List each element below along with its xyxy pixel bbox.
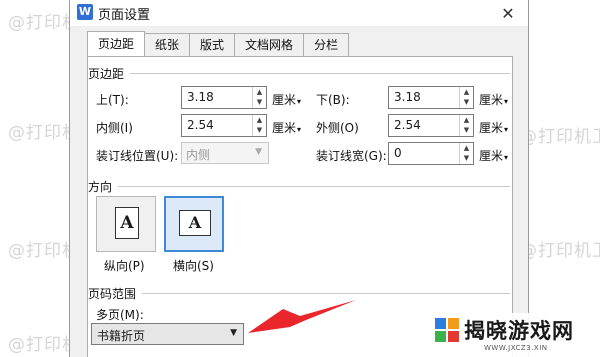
site-logo-mark-icon [435,318,459,342]
screenshot-stage: @打印机卫士 @打印机卫士 @打印机卫士 @打印机卫士 @打印机卫士 @打印机卫… [0,0,600,357]
red-arrow-annotation [248,300,356,333]
site-logo-url: WWW.JXCZ3.XIN [484,344,548,352]
site-logo: 揭晓游戏网 WWW.JXCZ3.XIN [428,313,600,357]
arrow-shape [248,300,356,333]
site-logo-name: 揭晓游戏网 [464,319,574,343]
